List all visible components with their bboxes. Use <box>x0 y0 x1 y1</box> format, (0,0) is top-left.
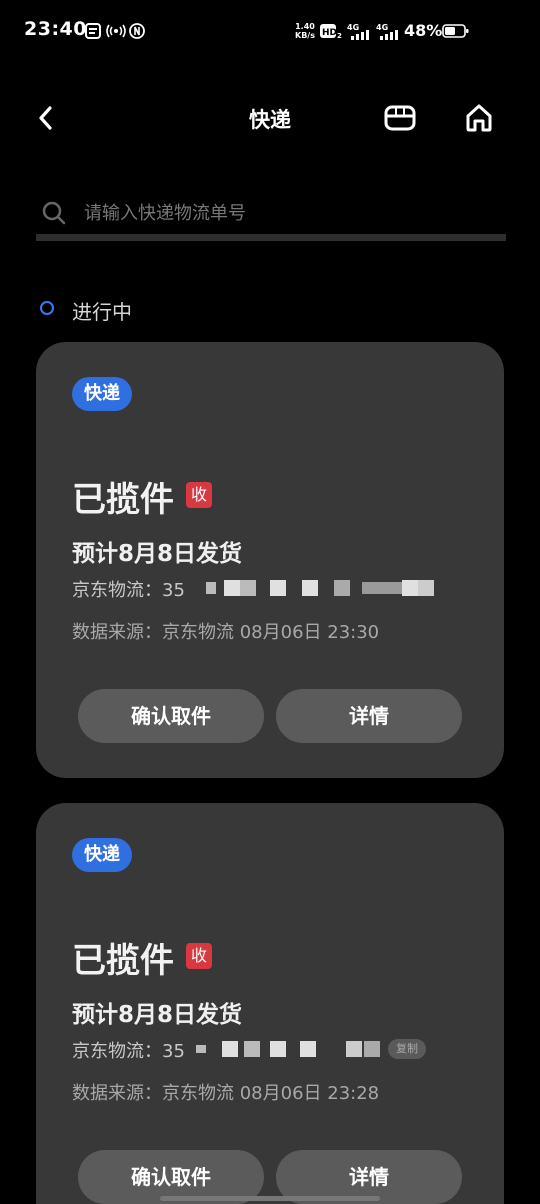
package-box-button[interactable] <box>380 98 420 138</box>
home-button[interactable] <box>459 98 499 138</box>
estimated-ship-date: 预计8月8日发货 <box>72 1002 243 1028</box>
network-speed-value: 1.40 <box>295 22 315 31</box>
network-speed: 1.40 KB/s <box>295 22 315 40</box>
message-notification-icon <box>84 22 102 40</box>
home-icon <box>466 104 492 132</box>
package-type-tag: 快递 <box>72 377 132 411</box>
section-title: 进行中 <box>72 300 132 324</box>
search-bar <box>36 192 506 241</box>
tracking-number-mosaic <box>196 1041 396 1057</box>
package-status: 已揽件 <box>72 941 174 981</box>
status-bar: 23:40 1.40 KB/s HD 2 4G 4G 48% <box>0 0 540 64</box>
section-status-dot <box>40 301 54 315</box>
search-icon <box>41 200 67 230</box>
tracking-number[interactable]: 35 <box>162 1041 185 1062</box>
package-type-tag: 快递 <box>72 838 132 872</box>
confirm-pickup-button[interactable]: 确认取件 <box>78 689 264 743</box>
package-card[interactable]: 快递 已揽件 收 预计8月8日发货 京东物流：35 确认取件 详情 数据来源：京… <box>36 342 504 778</box>
tracking-number[interactable]: 35 <box>162 580 185 601</box>
network-speed-unit: KB/s <box>295 31 315 40</box>
battery-icon <box>442 22 470 40</box>
tracking-number-mosaic <box>206 580 436 596</box>
estimated-ship-date: 预计8月8日发货 <box>72 541 243 567</box>
svg-text:2: 2 <box>337 32 342 39</box>
hd-voice-icon: HD 2 <box>320 22 342 40</box>
tracking-search-input[interactable] <box>84 196 484 230</box>
carrier-label: 京东物流： <box>72 1041 162 1062</box>
package-box-icon <box>384 105 416 131</box>
search-underline <box>36 234 506 241</box>
signal-4g-icon-1: 4G <box>347 22 373 40</box>
package-status: 已揽件 <box>72 480 174 520</box>
status-time: 23:40 <box>24 18 87 40</box>
data-source: 数据来源：京东物流 08月06日 23:30 <box>72 622 380 643</box>
signal-4g-icon-2: 4G <box>376 22 402 40</box>
screen: 23:40 1.40 KB/s HD 2 4G 4G 48% 快递 请输入快递物… <box>0 0 540 1204</box>
tracking-info: 京东物流：35 <box>72 576 185 602</box>
tracking-info: 京东物流：35 <box>72 1037 185 1063</box>
nfc-icon <box>128 22 146 40</box>
data-source: 数据来源：京东物流 08月06日 23:28 <box>72 1083 380 1104</box>
svg-text:4G: 4G <box>376 23 388 32</box>
carrier-label: 京东物流： <box>72 580 162 601</box>
svg-text:HD: HD <box>322 28 337 38</box>
svg-text:4G: 4G <box>347 23 359 32</box>
details-button[interactable]: 详情 <box>276 689 462 743</box>
package-card[interactable]: 快递 已揽件 收 预计8月8日发货 京东物流：35 复制 数据来源：京东物流 0… <box>36 803 504 1204</box>
copy-tracking-button[interactable]: 复制 <box>388 1039 426 1059</box>
home-indicator-bar[interactable] <box>160 1196 380 1201</box>
battery-percent: 48% <box>404 21 443 40</box>
receive-badge: 收 <box>186 943 212 969</box>
hotspot-icon <box>106 22 126 40</box>
receive-badge: 收 <box>186 482 212 508</box>
